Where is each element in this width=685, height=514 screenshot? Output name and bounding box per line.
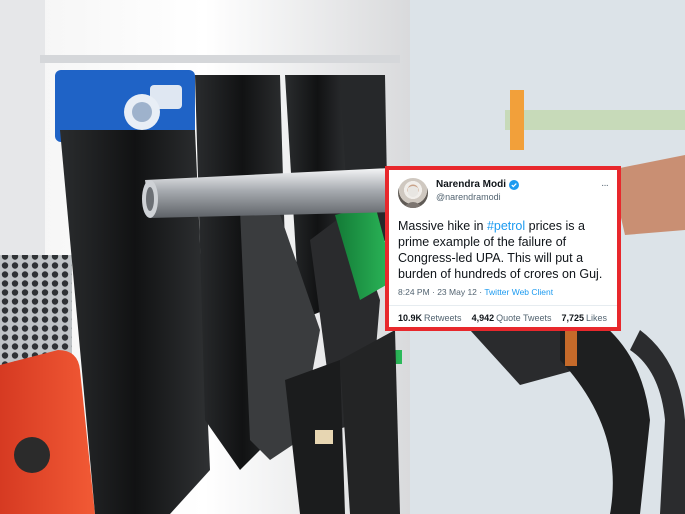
author-name[interactable]: Narendra Modi [436,178,506,191]
author-handle[interactable]: @narendramodi [436,191,519,204]
avatar[interactable] [398,178,428,208]
tweet-header: Narendra Modi @narendramodi ··· [398,178,609,212]
quote-tweets-stat[interactable]: 4,942 Quote Tweets [472,313,552,323]
verified-badge-icon [509,179,520,190]
tweet-stats: 10.9K Retweets 4,942 Quote Tweets 7,725 Lik… [398,306,608,323]
retweets-stat[interactable]: 10.9K Retweets [398,313,462,323]
person-icon [403,184,423,208]
likes-label: Likes [586,313,608,323]
retweets-count: 10.9K [398,313,423,323]
likes-stat[interactable]: 7,725 Likes [561,313,607,323]
author-block: Narendra Modi @narendramodi [436,178,520,204]
tweet-text-start: Massive hike in [398,219,487,233]
likes-count: 7,725 [561,313,584,323]
tweet-client-link[interactable]: Twitter Web Client [484,287,553,297]
tweet-text: Massive hike in #petrol prices is a prim… [398,218,608,282]
hashtag-link[interactable]: #petrol [487,219,525,233]
quote-label: Quote Tweets [496,313,552,323]
quote-count: 4,942 [471,313,495,323]
more-icon[interactable]: ··· [601,180,609,191]
author-name-row: Narendra Modi [436,178,520,191]
tweet-card[interactable]: Narendra Modi @narendramodi ··· Massive … [385,166,621,331]
tweet-meta: 8:24 PM · 23 May 12 · Twitter Web Client [398,287,608,297]
tweet-timestamp[interactable]: 8:24 PM · 23 May 12 · [398,287,484,297]
retweets-label: Retweets [424,313,462,323]
